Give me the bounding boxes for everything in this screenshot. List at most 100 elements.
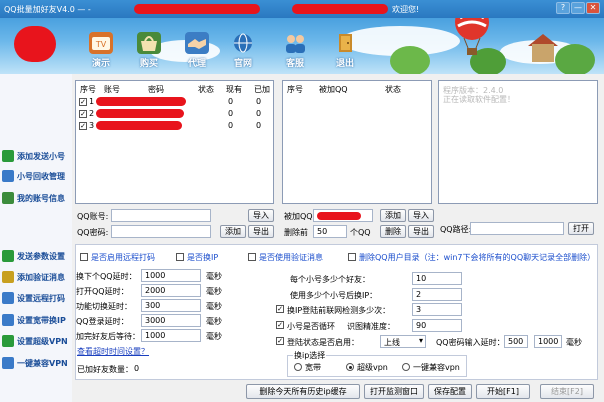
delete-before-input[interactable]: 50 (313, 225, 347, 238)
row-index: 2 (89, 109, 95, 118)
sidebar-item-recycle[interactable]: 小号回收管理 (2, 170, 65, 182)
remote-captcha-checkbox[interactable] (80, 253, 88, 261)
detect-input[interactable]: 3 (412, 303, 462, 316)
sidebar-item-verify-msg[interactable]: 添加验证消息 (2, 271, 65, 283)
qq-path-input[interactable] (470, 222, 564, 235)
import-targets-button[interactable]: 导入 (408, 209, 434, 222)
change-ip-checkbox[interactable] (176, 253, 184, 261)
add-target-button[interactable]: 添加 (380, 209, 406, 222)
column-header: 状态 (385, 85, 401, 94)
timeout-settings-link[interactable]: 查看超时时间设置？ (77, 346, 149, 357)
verify-msg-checkbox[interactable] (248, 253, 256, 261)
super-vpn-radio[interactable] (346, 363, 354, 371)
save-config-button[interactable]: 保存配置 (428, 384, 472, 399)
column-header: 状态 (198, 85, 214, 94)
title-bar[interactable]: QQ批量加好友V4.0 — - 欢迎您! ? — ✕ (0, 0, 604, 18)
remote-captcha-icon (2, 292, 14, 304)
recycle-icon (2, 170, 14, 182)
website-button[interactable]: 官网 (228, 32, 258, 69)
sidebar-item-my-info[interactable]: 我的账号信息 (2, 192, 65, 204)
targets-table: 序号 被加QQ 状态 (282, 80, 432, 204)
param-label: 换下个QQ延时： (76, 272, 137, 281)
sidebar-item-remote-captcha[interactable]: 设置远程打码 (2, 292, 65, 304)
open-monitor-button[interactable]: 打开监测窗口 (364, 384, 424, 399)
row-checkbox[interactable]: ✓ (79, 98, 87, 106)
switch-ip-input[interactable]: 2 (412, 288, 462, 301)
after-add-wait-input[interactable]: 1000 (141, 329, 201, 342)
delete-qq-dir-label: 删除QQ用户目录（注：win7下会将所有的QQ聊天记录全部删除） (359, 253, 596, 262)
param-label: QQ登录延时： (76, 317, 129, 326)
qq-password-input[interactable] (111, 225, 211, 238)
param-unit: 毫秒 (206, 332, 222, 341)
delete-targets-button[interactable]: 删除 (380, 225, 406, 238)
sidebar-item-send-params[interactable]: 发送参数设置 (2, 250, 65, 262)
row-existing: 0 (228, 97, 234, 106)
row-checkbox[interactable]: ✓ (79, 122, 87, 130)
user-info-icon (2, 192, 14, 204)
param-label: 加完好友后等待： (76, 332, 140, 341)
exit-button[interactable]: 退出 (330, 32, 360, 69)
column-header: 序号 (287, 85, 303, 94)
minimize-button[interactable]: — (571, 2, 585, 14)
end-button[interactable]: 结束[F2] (540, 384, 594, 399)
redacted-target (317, 212, 361, 220)
open-qq-delay-input[interactable]: 2000 (141, 284, 201, 297)
sidebar-item-compat-vpn[interactable]: 一键兼容VPN (2, 357, 68, 369)
sidebar-item-add-account[interactable]: 添加发送小号 (2, 150, 65, 162)
pwd-delay-min-input[interactable]: 500 (504, 335, 528, 348)
column-header: 被加QQ (319, 85, 348, 94)
param-label: 功能切换延时： (76, 302, 132, 311)
demo-button[interactable]: TV 演示 (86, 32, 116, 69)
target-qq-input[interactable] (313, 209, 373, 222)
param-unit: 毫秒 (206, 272, 222, 281)
broadband-radio[interactable] (294, 363, 302, 371)
row-existing: 0 (228, 109, 234, 118)
export-targets-button[interactable]: 导出 (408, 225, 434, 238)
import-accounts-button[interactable]: 导入 (248, 209, 274, 222)
login-delay-input[interactable]: 3000 (141, 314, 201, 327)
next-qq-delay-input[interactable]: 1000 (141, 269, 201, 282)
add-account-button[interactable]: 添加 (220, 225, 246, 238)
demo-label: 演示 (91, 59, 110, 69)
column-header: 已加 (254, 85, 270, 94)
support-button[interactable]: 客服 (280, 32, 310, 69)
help-button[interactable]: ? (556, 2, 570, 14)
detect-checkbox[interactable]: ✓ (276, 305, 284, 313)
globe-icon (231, 32, 255, 54)
sidebar-item-broadband-ip[interactable]: 设置宽带换IP (2, 314, 66, 326)
row-added: 0 (256, 121, 262, 130)
per-account-input[interactable]: 10 (412, 272, 462, 285)
buy-button[interactable]: 购买 (134, 32, 164, 69)
sidebar-item-label: 设置远程打码 (17, 293, 65, 303)
log-line: 正在读取软件配置！ (443, 95, 515, 104)
start-button[interactable]: 开始[F1] (476, 384, 530, 399)
broadband-label: 宽带 (305, 363, 321, 372)
param-unit: 毫秒 (206, 287, 222, 296)
login-state-select[interactable]: 上线 (380, 335, 426, 348)
param-unit: 毫秒 (206, 317, 222, 326)
export-accounts-button[interactable]: 导出 (248, 225, 274, 238)
sidebar-item-label: 添加发送小号 (17, 151, 65, 161)
compat-vpn-radio[interactable] (402, 363, 410, 371)
pwd-delay-max-input[interactable]: 1000 (534, 335, 562, 348)
sidebar-item-super-vpn[interactable]: 设置超级VPN (2, 335, 68, 347)
row-checkbox[interactable]: ✓ (79, 110, 87, 118)
window-title: QQ批量加好友V4.0 — - (4, 5, 91, 14)
svg-text:TV: TV (95, 40, 107, 49)
qq-account-input[interactable] (111, 209, 211, 222)
close-button[interactable]: ✕ (586, 2, 600, 14)
change-ip-label: 是否换IP (187, 253, 219, 262)
tree-decoration (555, 44, 595, 74)
delete-ip-history-button[interactable]: 删除今天所有历史ip缓存 (246, 384, 360, 399)
logo (14, 26, 56, 62)
open-path-button[interactable]: 打开 (568, 222, 594, 235)
message-icon (2, 271, 14, 283)
loop-checkbox[interactable]: ✓ (276, 321, 284, 329)
remote-captcha-label: 是否启用远程打码 (91, 253, 155, 262)
delete-qq-dir-checkbox[interactable] (348, 253, 356, 261)
switch-delay-input[interactable]: 300 (141, 299, 201, 312)
add-account-icon (2, 150, 14, 162)
precision-input[interactable]: 90 (412, 319, 462, 332)
login-state-checkbox[interactable]: ✓ (276, 337, 284, 345)
agent-button[interactable]: 代理 (182, 32, 212, 69)
